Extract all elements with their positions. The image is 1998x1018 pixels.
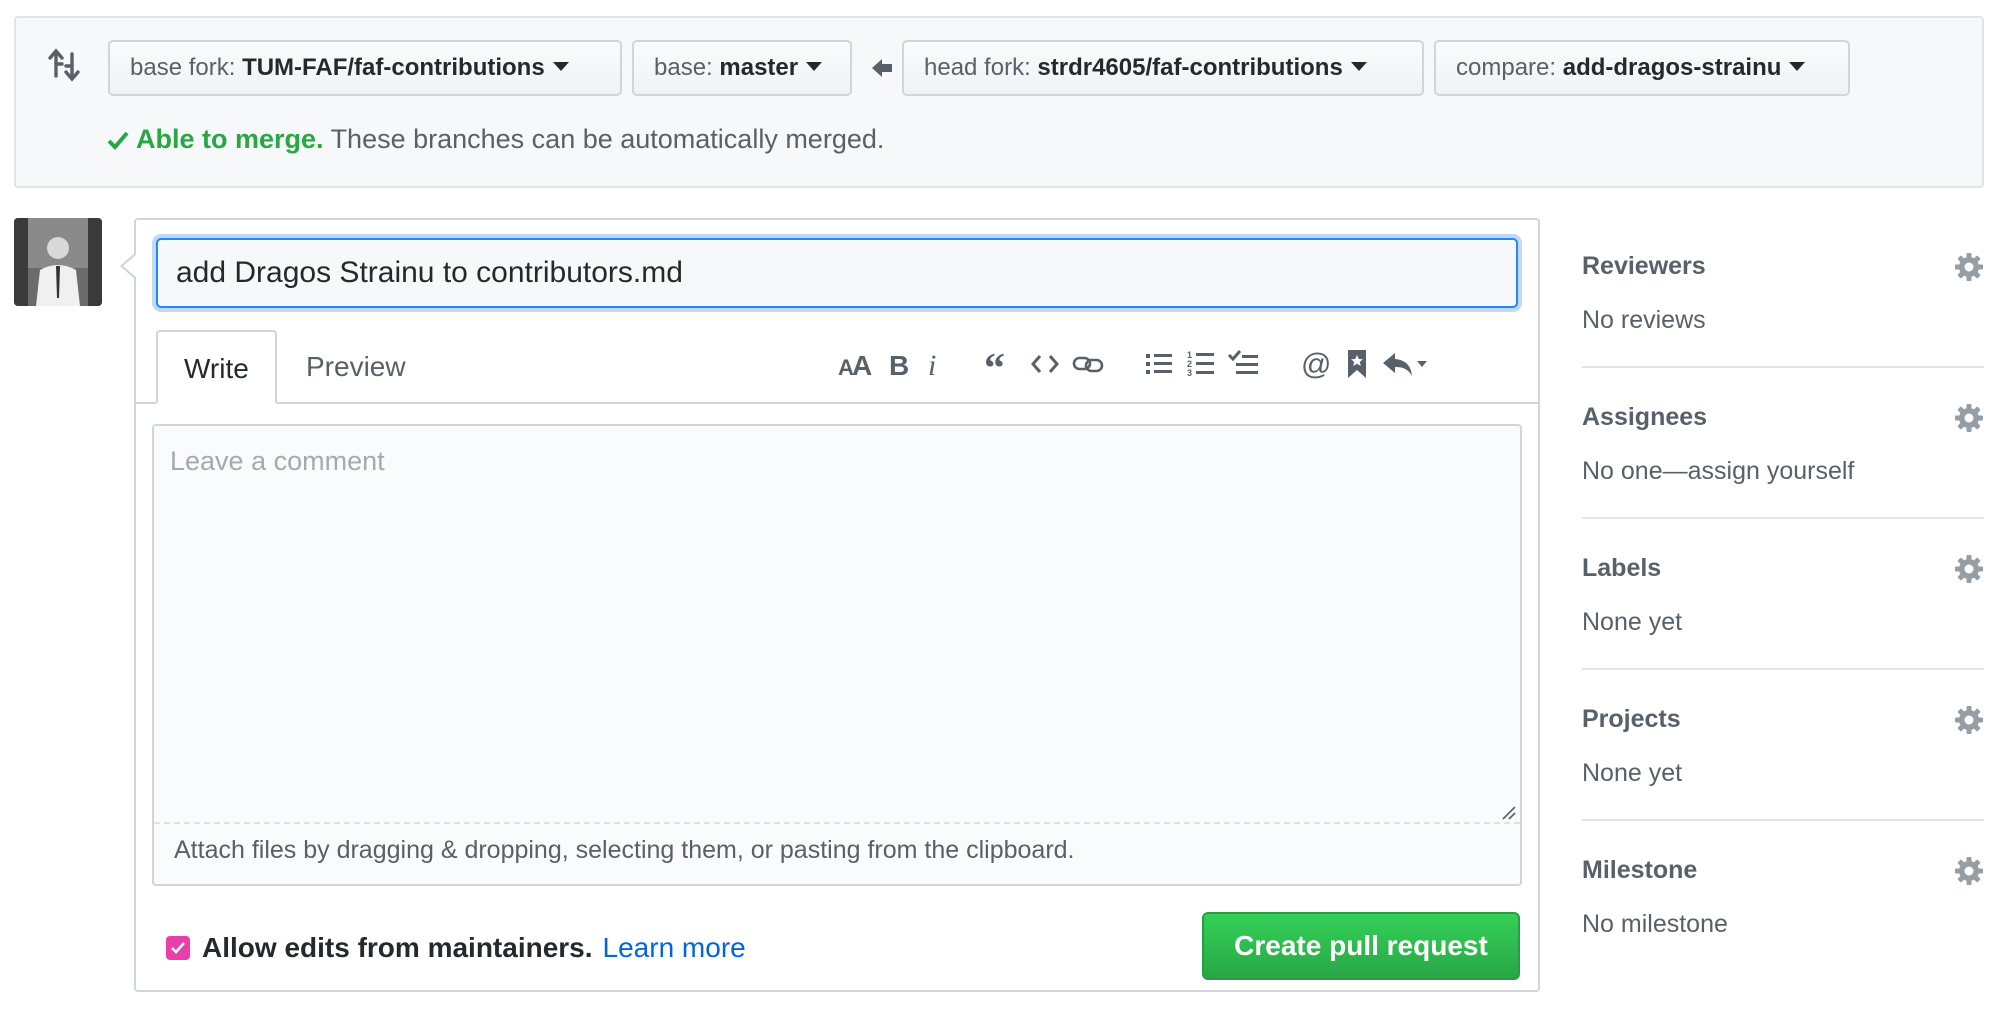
italic-icon[interactable]: i — [922, 344, 946, 384]
pull-request-form: add Dragos Strainu to contributors.md Wr… — [120, 218, 1540, 992]
head-fork-value: strdr4605/faf-contributions — [1037, 54, 1343, 81]
allow-edits-row: Allow edits from maintainers. Learn more — [166, 932, 746, 964]
sidebar-divider — [1582, 366, 1984, 368]
sidebar-projects: Projects None yet — [1582, 699, 1984, 821]
mention-icon[interactable]: @ — [1298, 344, 1334, 384]
projects-title: Projects — [1582, 705, 1681, 733]
compare-branch-prefix: compare: — [1456, 54, 1557, 81]
allow-edits-checkbox[interactable] — [166, 936, 190, 960]
svg-text:A: A — [852, 350, 872, 379]
milestone-title: Milestone — [1582, 856, 1698, 884]
base-fork-prefix: base fork: — [130, 54, 236, 81]
base-branch-select[interactable]: base: master — [632, 40, 852, 96]
gear-icon[interactable] — [1954, 856, 1984, 886]
tab-write[interactable]: Write — [156, 330, 277, 404]
svg-text:“: “ — [984, 350, 1005, 378]
head-fork-prefix: head fork: — [924, 54, 1031, 81]
tab-preview[interactable]: Preview — [280, 330, 432, 404]
svg-text:i: i — [928, 349, 936, 379]
compare-branch-value: add-dragos-strainu — [1562, 54, 1782, 81]
chevron-down-icon — [806, 62, 823, 71]
check-icon — [107, 131, 129, 150]
projects-value: None yet — [1582, 759, 1683, 787]
learn-more-link[interactable]: Learn more — [603, 932, 746, 964]
code-icon[interactable] — [1028, 344, 1062, 384]
drop-zone-divider — [154, 822, 1520, 824]
chevron-down-icon — [1789, 62, 1806, 71]
sidebar-assignees: Assignees No one—assign yourself — [1582, 397, 1984, 519]
base-fork-select[interactable]: base fork: TUM-FAF/faf-contributions — [108, 40, 622, 96]
compare-range-box: base fork: TUM-FAF/faf-contributions bas… — [14, 16, 1984, 188]
allow-edits-label: Allow edits from maintainers. — [202, 932, 593, 963]
reply-icon[interactable] — [1380, 344, 1430, 384]
chevron-down-icon — [552, 62, 569, 71]
checkmark-icon — [171, 942, 185, 954]
bold-icon[interactable]: B — [884, 344, 914, 384]
gear-icon[interactable] — [1954, 403, 1984, 433]
create-pull-request-button[interactable]: Create pull request — [1202, 912, 1520, 980]
quote-icon[interactable]: “ — [982, 344, 1016, 384]
resize-handle-icon[interactable] — [1500, 804, 1516, 820]
comment-placeholder: Leave a comment — [170, 446, 385, 476]
avatar[interactable] — [14, 218, 102, 306]
compare-branch-select[interactable]: compare: add-dragos-strainu — [1434, 40, 1850, 96]
head-fork-select[interactable]: head fork: strdr4605/faf-contributions — [902, 40, 1424, 96]
task-list-icon[interactable] — [1226, 344, 1262, 384]
reviewers-title: Reviewers — [1582, 252, 1706, 280]
chevron-down-icon — [1350, 62, 1367, 71]
sidebar-divider — [1582, 819, 1984, 821]
milestone-value: No milestone — [1582, 910, 1728, 938]
text-size-icon[interactable]: AA — [836, 344, 876, 384]
merge-status: Able to merge. These branches can be aut… — [106, 124, 884, 155]
base-branch-value: master — [719, 54, 799, 81]
ordered-list-icon[interactable]: 123 — [1184, 344, 1218, 384]
attach-files-hint[interactable]: Attach files by dragging & dropping, sel… — [174, 836, 1075, 865]
compare-arrows-icon — [48, 48, 80, 82]
comment-textarea[interactable]: Leave a comment Attach files by dragging… — [152, 424, 1522, 886]
base-branch-prefix: base: — [654, 54, 713, 81]
assignees-value[interactable]: No one—assign yourself — [1582, 457, 1854, 486]
svg-text:@: @ — [1301, 348, 1331, 380]
arrow-left-icon — [872, 59, 892, 77]
gear-icon[interactable] — [1954, 554, 1984, 584]
base-fork-value: TUM-FAF/faf-contributions — [242, 54, 545, 81]
svg-text:3: 3 — [1187, 368, 1192, 378]
svg-text:B: B — [889, 350, 909, 379]
labels-value: None yet — [1582, 608, 1683, 636]
reference-icon[interactable] — [1342, 344, 1372, 384]
reviewers-value: No reviews — [1582, 306, 1706, 334]
sidebar-divider — [1582, 668, 1984, 670]
sidebar-labels: Labels None yet — [1582, 548, 1984, 670]
merge-detail-text: These branches can be automatically merg… — [330, 124, 885, 154]
sidebar-reviewers: Reviewers No reviews — [1582, 246, 1984, 368]
sidebar-milestone: Milestone No milestone — [1582, 850, 1984, 950]
labels-title: Labels — [1582, 554, 1662, 582]
gear-icon[interactable] — [1954, 705, 1984, 735]
title-input[interactable]: add Dragos Strainu to contributors.md — [156, 238, 1518, 308]
link-icon[interactable] — [1070, 344, 1106, 384]
unordered-list-icon[interactable] — [1142, 344, 1176, 384]
assignees-title: Assignees — [1582, 403, 1708, 431]
merge-ok-text: Able to merge. — [136, 124, 324, 154]
sidebar-divider — [1582, 517, 1984, 519]
gear-icon[interactable] — [1954, 252, 1984, 282]
